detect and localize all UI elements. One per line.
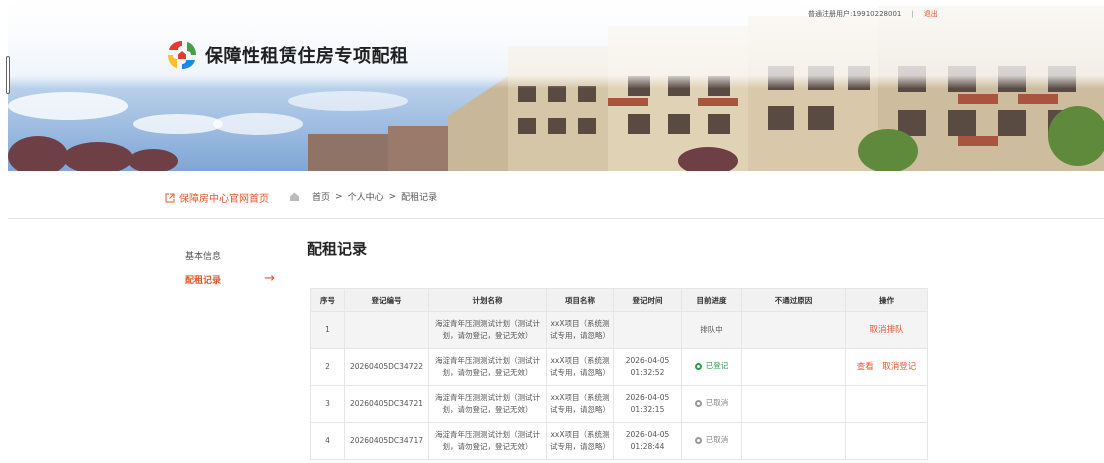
status-text: 已取消 [705,435,729,445]
status-badge: 已取消 [694,434,729,446]
cancel-registration-button[interactable]: 取消登记 [882,362,916,372]
cell-actions [845,385,928,423]
table-row: 4 20260405DC34717 海淀青年压测测试计划（测试计划，请勿登记，登… [310,422,928,460]
column-header-reason: 不通过原因 [741,288,846,312]
cell-code: 20260405DC34717 [344,422,429,460]
cell-reason [741,348,846,386]
sidebar-item-label: 配租记录 [185,276,222,286]
cell-reason [741,311,846,349]
arrow-right-icon: → [264,271,275,286]
status-badge: 已取消 [694,397,729,409]
column-header-status: 目前进度 [681,288,742,312]
status-text: 已登记 [705,361,729,371]
user-bar: 普通注册用户:19910228001 | 退出 [808,9,938,19]
site-brand[interactable]: 保障性租赁住房专项配租 [165,38,409,72]
header-banner: 普通注册用户:19910228001 | 退出 保障性租赁住房专项配租 [8,6,1104,171]
column-header-actions: 操作 [845,288,928,312]
cell-time [613,311,682,349]
records-table: 序号 登记编号 计划名称 项目名称 登记时间 目前进度 不通过原因 操作 1 海… [310,288,928,460]
sidebar-item-basic-info[interactable]: 基本信息 [185,250,275,272]
site-logo-icon [168,41,196,69]
cell-actions: 取消排队 [845,311,928,349]
cell-code [344,311,429,349]
column-header-project: 项目名称 [546,288,614,312]
cell-project: xxX项目（系统测试专用，请忽略） [546,422,614,460]
breadcrumb-item-personal-center[interactable]: 个人中心 [348,190,384,203]
logout-link[interactable]: 退出 [924,10,938,18]
cell-time: 2026-04-05 01:32:15 [613,385,682,423]
status-dot-icon [694,436,702,444]
site-title: 保障性租赁住房专项配租 [205,46,409,67]
column-header-no: 序号 [310,288,345,312]
table-row: 1 海淀青年压测测试计划（测试计划，请勿登记，登记无效） xxX项目（系统测试专… [310,311,928,349]
table-row: 3 20260405DC34721 海淀青年压测测试计划（测试计划，请勿登记，登… [310,385,928,423]
status-badge: 已登记 [694,360,729,372]
cell-project: xxX项目（系统测试专用，请忽略） [546,311,614,349]
column-header-time: 登记时间 [613,288,682,312]
cancel-queue-button[interactable]: 取消排队 [869,325,903,335]
breadcrumb-item-current: 配租记录 [401,193,438,203]
cell-reason [741,422,846,460]
official-home-link[interactable]: 保障房中心官网首页 [165,190,269,205]
sidebar-item-label: 基本信息 [185,252,222,262]
sidebar-item-rental-records[interactable]: 配租记录 → [185,271,275,296]
breadcrumb-bar: 保障房中心官网首页 首页 > 个人中心 > 配租记录 [8,172,1104,219]
view-button[interactable]: 查看 [857,362,874,372]
status-dot-icon [694,362,702,370]
cell-plan: 海淀青年压测测试计划（测试计划，请勿登记，登记无效） [428,422,547,460]
cell-plan: 海淀青年压测测试计划（测试计划，请勿登记，登记无效） [428,348,547,386]
breadcrumb-separator: > [388,191,397,202]
cell-status: 已取消 [681,385,742,423]
cell-project: xxX项目（系统测试专用，请忽略） [546,348,614,386]
column-header-plan: 计划名称 [428,288,547,312]
cell-time: 2026-04-05 01:28:44 [613,422,682,460]
column-header-code: 登记编号 [344,288,429,312]
cell-code: 20260405DC34721 [344,385,429,423]
table-row: 2 20260405DC34722 海淀青年压测测试计划（测试计划，请勿登记，登… [310,348,928,386]
status-dot-icon [694,399,702,407]
external-link-icon [165,193,175,202]
cell-code: 20260405DC34722 [344,348,429,386]
cell-no: 1 [310,311,345,349]
status-text: 已取消 [705,398,729,408]
cell-actions [845,422,928,460]
cell-status: 排队中 [681,311,742,349]
cell-reason [741,385,846,423]
table-header-row: 序号 登记编号 计划名称 项目名称 登记时间 目前进度 不通过原因 操作 [310,288,928,312]
cell-plan: 海淀青年压测测试计划（测试计划，请勿登记，登记无效） [428,311,547,349]
breadcrumb-item-home[interactable]: 首页 [312,190,330,203]
banner-image [8,6,1104,171]
cell-status: 已登记 [681,348,742,386]
home-icon [290,192,299,201]
page-title: 配租记录 [307,240,368,258]
user-label: 普通注册用户:19910228001 [808,10,902,18]
cell-plan: 海淀青年压测测试计划（测试计划，请勿登记，登记无效） [428,385,547,423]
cell-no: 2 [310,348,345,386]
cell-status: 已取消 [681,422,742,460]
cell-time: 2026-04-05 01:32:52 [613,348,682,386]
user-bar-separator: | [911,10,914,18]
official-home-link-label: 保障房中心官网首页 [179,194,269,205]
cell-actions: 查看 取消登记 [845,348,928,386]
cell-no: 4 [310,422,345,460]
breadcrumb: 首页 > 个人中心 > 配租记录 [289,190,437,203]
cell-project: xxX项目（系统测试专用，请忽略） [546,385,614,423]
breadcrumb-separator: > [335,191,343,202]
scrollbar-handle[interactable] [6,56,10,94]
cell-no: 3 [310,385,345,423]
sidebar-nav: 基本信息 配租记录 → [185,250,275,296]
